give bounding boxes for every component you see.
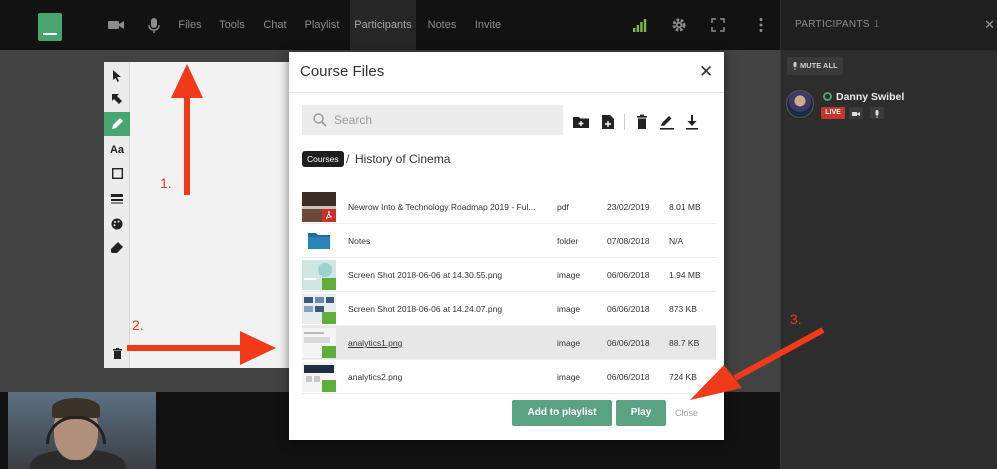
arrow-diagonal-head	[690, 365, 742, 400]
arrow-up-shaft	[184, 95, 190, 195]
annotation-label-1: 1.	[160, 175, 172, 191]
arrow-right-shaft	[127, 345, 247, 351]
annotation-label-3: 3.	[790, 311, 802, 327]
arrow-up-head	[171, 64, 203, 98]
arrow-right-head	[240, 331, 276, 365]
arrow-diagonal-shaft	[733, 327, 825, 381]
annotation-arrows	[127, 64, 825, 400]
annotation-label-2: 2.	[132, 317, 144, 333]
